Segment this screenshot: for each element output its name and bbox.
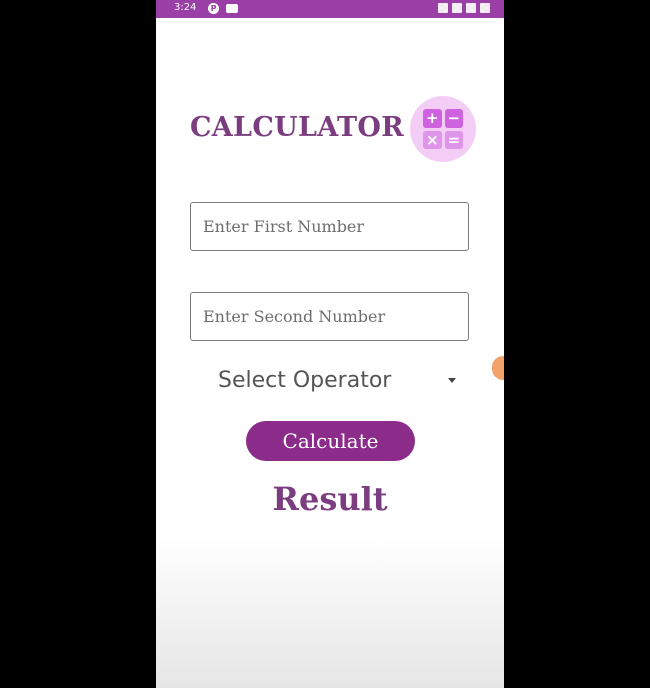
status-time: 3:24 — [174, 2, 197, 13]
result-text: Result — [272, 480, 388, 518]
plus-icon: + — [423, 109, 442, 128]
status-bar: 3:24 P — [156, 0, 504, 18]
notification-app-icon: P — [208, 3, 219, 14]
phone-screen: 3:24 P CALCULATOR + − × = Select Operato… — [156, 0, 504, 688]
video-notification-icon — [226, 4, 238, 13]
signal-icon — [466, 3, 476, 13]
minus-icon: − — [444, 109, 463, 128]
operator-select[interactable]: Select Operator — [218, 364, 456, 396]
equals-icon: = — [444, 130, 463, 149]
floating-bubble[interactable] — [492, 356, 504, 380]
first-number-field[interactable] — [190, 202, 469, 251]
first-number-input[interactable] — [191, 203, 468, 250]
multiply-icon: × — [423, 130, 442, 149]
second-number-field[interactable] — [190, 292, 469, 341]
calculate-button[interactable]: Calculate — [246, 421, 415, 461]
operator-select-label: Select Operator — [218, 367, 392, 393]
calculator-keypad-grid: + − × = — [423, 109, 463, 149]
app-title: CALCULATOR — [190, 112, 404, 143]
cast-icon — [438, 3, 448, 13]
dropdown-arrow-icon — [448, 377, 456, 383]
status-icons — [438, 3, 490, 13]
second-number-input[interactable] — [191, 293, 468, 340]
calculator-icon: + − × = — [410, 96, 476, 162]
battery-icon — [480, 3, 490, 13]
wifi-icon — [452, 3, 462, 13]
